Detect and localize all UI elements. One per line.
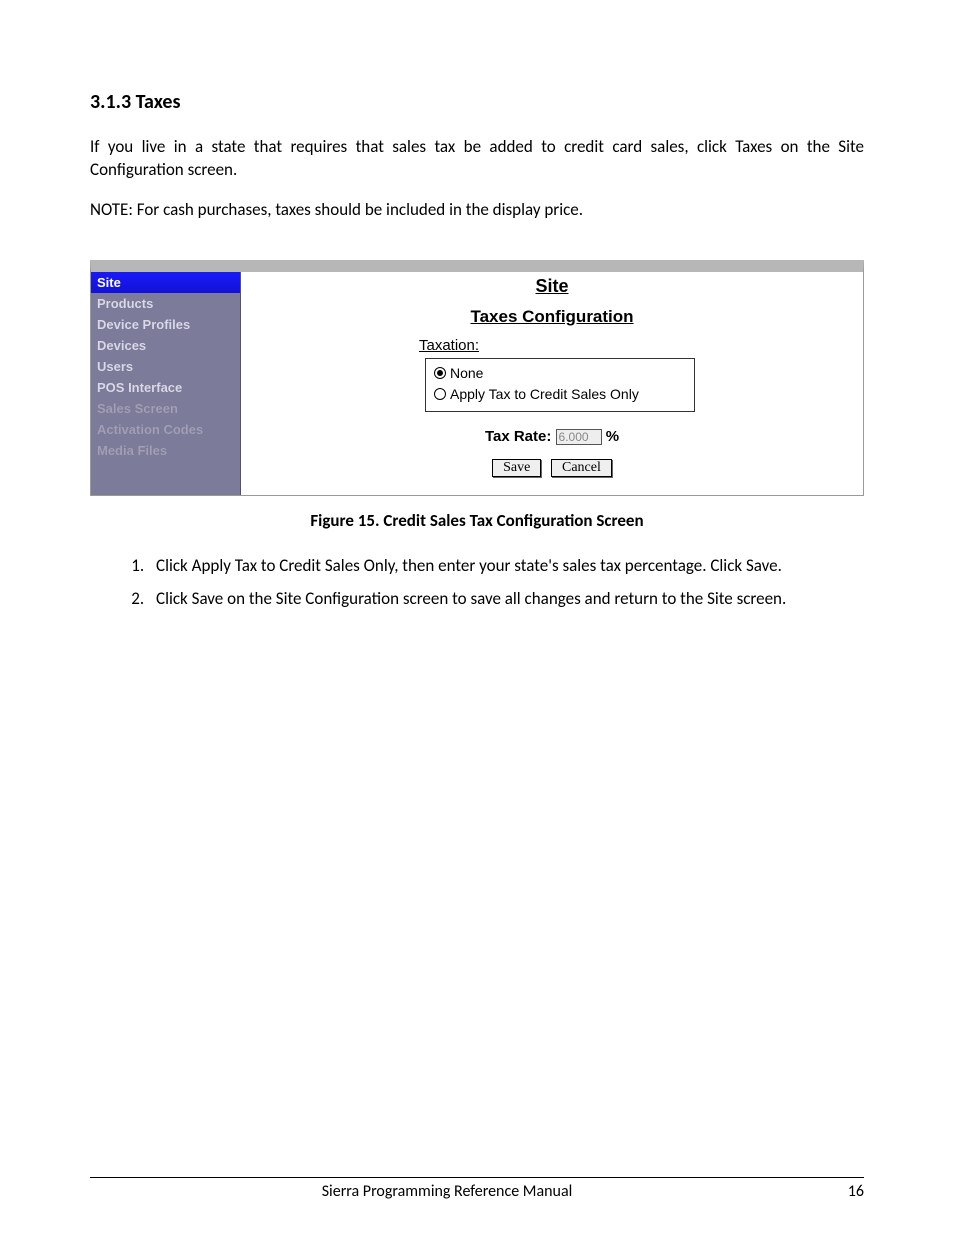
- sidebar: Site Products Device Profiles Devices Us…: [91, 272, 241, 495]
- body-paragraph-2: NOTE: For cash purchases, taxes should b…: [90, 199, 864, 222]
- sidebar-item-label: Devices: [97, 338, 146, 353]
- button-row: Save Cancel: [241, 459, 863, 477]
- steps-list: Click Apply Tax to Credit Sales Only, th…: [90, 555, 864, 611]
- tax-rate-row: Tax Rate: 6.000 %: [241, 428, 863, 445]
- sidebar-item-media-files[interactable]: Media Files: [91, 440, 240, 461]
- figure-screenshot: Site Products Device Profiles Devices Us…: [90, 260, 864, 496]
- tax-rate-label: Tax Rate:: [485, 428, 551, 445]
- tax-rate-input[interactable]: 6.000: [556, 429, 602, 445]
- sidebar-item-activation-codes[interactable]: Activation Codes: [91, 419, 240, 440]
- step-item: Click Save on the Site Configuration scr…: [148, 588, 864, 611]
- taxation-group-label: Taxation:: [419, 337, 863, 354]
- radio-label: None: [450, 363, 483, 384]
- sidebar-item-site[interactable]: Site: [91, 272, 240, 293]
- page-title: Site: [241, 272, 863, 299]
- sidebar-item-label: Users: [97, 359, 133, 374]
- main-content: Site Taxes Configuration Taxation: None …: [241, 272, 863, 495]
- sidebar-item-label: Device Profiles: [97, 317, 190, 332]
- radio-none[interactable]: None: [434, 363, 686, 384]
- sidebar-item-products[interactable]: Products: [91, 293, 240, 314]
- section-heading: 3.1.3 Taxes: [90, 90, 864, 114]
- step-item: Click Apply Tax to Credit Sales Only, th…: [148, 555, 864, 578]
- sidebar-item-device-profiles[interactable]: Device Profiles: [91, 314, 240, 335]
- sidebar-item-devices[interactable]: Devices: [91, 335, 240, 356]
- tax-rate-unit: %: [606, 428, 619, 445]
- save-button[interactable]: Save: [492, 459, 541, 477]
- body-paragraph-1: If you live in a state that requires tha…: [90, 136, 864, 182]
- figure-caption: Figure 15. Credit Sales Tax Configuratio…: [90, 510, 864, 531]
- radio-apply-credit-only[interactable]: Apply Tax to Credit Sales Only: [434, 384, 686, 405]
- page-subtitle: Taxes Configuration: [241, 299, 863, 337]
- sidebar-item-sales-screen[interactable]: Sales Screen: [91, 398, 240, 419]
- taxation-radio-group: None Apply Tax to Credit Sales Only: [425, 358, 695, 412]
- sidebar-item-label: POS Interface: [97, 380, 182, 395]
- sidebar-item-label: Sales Screen: [97, 401, 178, 416]
- radio-icon: [434, 388, 446, 400]
- footer-page-number: 16: [804, 1182, 864, 1201]
- app-window: Site Products Device Profiles Devices Us…: [90, 260, 864, 496]
- cancel-button[interactable]: Cancel: [551, 459, 612, 477]
- sidebar-item-users[interactable]: Users: [91, 356, 240, 377]
- page-footer: Sierra Programming Reference Manual 16: [90, 1177, 864, 1201]
- sidebar-item-label: Activation Codes: [97, 422, 203, 437]
- sidebar-item-pos-interface[interactable]: POS Interface: [91, 377, 240, 398]
- sidebar-item-label: Site: [97, 275, 121, 290]
- sidebar-item-label: Media Files: [97, 443, 167, 458]
- radio-icon: [434, 367, 446, 379]
- footer-title: Sierra Programming Reference Manual: [90, 1182, 804, 1201]
- radio-label: Apply Tax to Credit Sales Only: [450, 384, 639, 405]
- sidebar-item-label: Products: [97, 296, 153, 311]
